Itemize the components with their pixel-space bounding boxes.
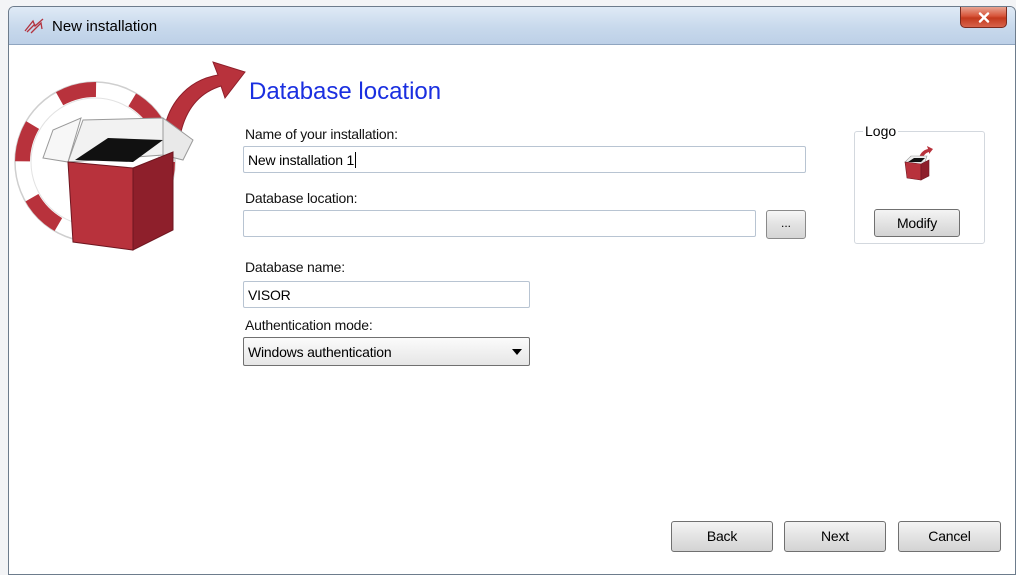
window-title: New installation xyxy=(52,18,158,35)
close-icon xyxy=(978,11,989,23)
installation-name-value: New installation 1 xyxy=(248,152,355,168)
modify-logo-button[interactable]: Modify xyxy=(874,209,960,237)
logo-box-icon xyxy=(904,146,933,181)
cancel-button[interactable]: Cancel xyxy=(898,521,1001,552)
database-location-input[interactable] xyxy=(243,210,756,237)
authentication-mode-select[interactable]: Windows authentication xyxy=(243,337,530,366)
logo-group-legend: Logo xyxy=(863,123,899,139)
close-button[interactable] xyxy=(960,7,1007,28)
database-name-label: Database name: xyxy=(245,259,345,275)
installation-window: New installation Database location Name … xyxy=(8,6,1016,575)
installation-name-label: Name of your installation: xyxy=(245,126,398,142)
logo-group: Logo Modify xyxy=(854,123,985,244)
next-button[interactable]: Next xyxy=(784,521,886,552)
authentication-mode-value: Windows authentication xyxy=(248,344,392,360)
page-heading: Database location xyxy=(249,78,442,105)
browse-button[interactable]: ... xyxy=(766,210,806,239)
dropdown-arrow-icon xyxy=(512,349,522,355)
dialog-client-area: Database location Name of your installat… xyxy=(9,46,1015,574)
title-bar[interactable]: New installation xyxy=(9,7,1015,45)
database-location-label: Database location: xyxy=(245,190,358,206)
installation-name-input[interactable]: New installation 1 xyxy=(243,146,806,173)
app-icon xyxy=(24,18,44,34)
database-name-input[interactable]: VISOR xyxy=(243,281,530,308)
authentication-mode-label: Authentication mode: xyxy=(245,317,373,333)
open-box-illustration xyxy=(14,61,246,251)
back-button[interactable]: Back xyxy=(671,521,773,552)
text-caret xyxy=(355,152,357,168)
